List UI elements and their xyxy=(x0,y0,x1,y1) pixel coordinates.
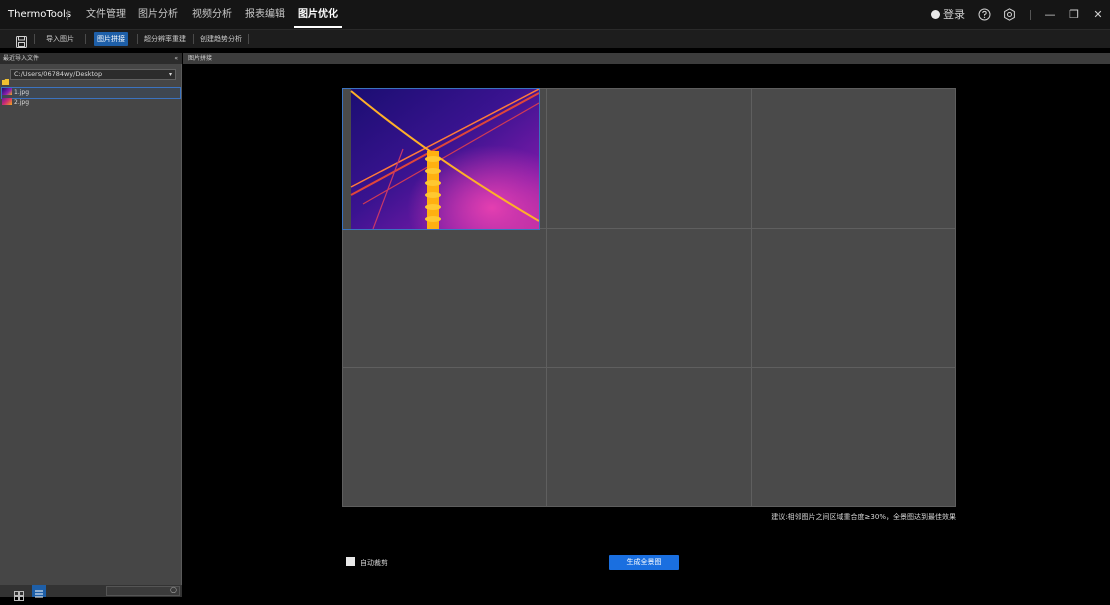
stitch-panel-header: 图片拼接 xyxy=(183,53,1110,64)
generate-panorama-button[interactable]: 生成全景图 xyxy=(609,555,679,570)
app-title: ThermoTools xyxy=(8,9,72,20)
stitch-cell[interactable] xyxy=(752,368,955,506)
help-button[interactable] xyxy=(975,0,993,29)
file-list-item[interactable]: 2.jpg xyxy=(2,98,180,108)
stitch-cell[interactable] xyxy=(547,229,752,368)
image-stitch-tab[interactable]: 图片拼接 xyxy=(94,32,128,46)
stitch-cell[interactable] xyxy=(752,229,955,368)
panel-footer: ○ xyxy=(0,585,182,601)
window-controls-divider xyxy=(1030,10,1031,20)
import-image-button[interactable]: 导入图片 xyxy=(43,32,77,46)
search-icon: ○ xyxy=(170,585,177,594)
stitch-cell[interactable] xyxy=(343,229,547,368)
grid-view-icon[interactable] xyxy=(14,586,24,605)
stitch-cell[interactable] xyxy=(343,368,547,506)
stitch-cell[interactable] xyxy=(547,368,752,506)
toolbar-divider xyxy=(85,34,86,44)
collapse-panel-button[interactable]: « xyxy=(174,53,178,64)
checkbox-box xyxy=(346,557,355,566)
stitch-cell[interactable] xyxy=(342,88,547,230)
close-button[interactable]: ✕ xyxy=(1090,0,1106,29)
menu-divider xyxy=(67,10,68,20)
auto-crop-checkbox[interactable]: 自动裁剪 xyxy=(346,557,388,568)
recent-files-title: 最近导入文件 xyxy=(3,55,40,62)
recent-files-panel: 最近导入文件 « C:/Users/06784wy/Desktop ▾ 1.jp… xyxy=(0,53,182,601)
save-icon xyxy=(16,36,27,48)
menu-image-analysis[interactable]: 图片分析 xyxy=(138,0,178,29)
auto-crop-label: 自动裁剪 xyxy=(360,559,388,567)
login-label: 登录 xyxy=(943,8,965,21)
file-list-item[interactable]: 1.jpg xyxy=(1,87,181,99)
toolbar-divider xyxy=(34,34,35,44)
menu-video-analysis[interactable]: 视频分析 xyxy=(192,0,232,29)
toolbar-divider xyxy=(137,34,138,44)
recent-files-header: 最近导入文件 « xyxy=(0,53,182,64)
folder-path-select[interactable]: C:/Users/06784wy/Desktop ▾ xyxy=(10,69,176,80)
list-view-icon[interactable] xyxy=(32,585,46,598)
stitch-grid xyxy=(342,88,956,507)
folder-path-value: C:/Users/06784wy/Desktop xyxy=(14,70,103,78)
help-icon xyxy=(978,8,990,21)
stitched-image[interactable] xyxy=(342,88,540,230)
save-button[interactable] xyxy=(16,33,27,52)
super-resolution-button[interactable]: 超分辨率重建 xyxy=(141,32,189,46)
file-search-input[interactable]: ○ xyxy=(106,585,180,596)
toolbar-divider xyxy=(248,34,249,44)
chevron-down-icon: ▾ xyxy=(168,71,172,78)
toolbar-divider xyxy=(193,34,194,44)
settings-button[interactable] xyxy=(1000,0,1018,29)
image-thumbnail xyxy=(2,88,12,95)
create-trend-analysis-button[interactable]: 创建趋势分析 xyxy=(197,32,245,46)
image-thumbnail xyxy=(2,98,12,105)
menu-file-management[interactable]: 文件管理 xyxy=(86,0,126,29)
toolbar: 导入图片 图片拼接 超分辨率重建 创建趋势分析 xyxy=(0,30,1110,48)
folder-icon xyxy=(2,70,9,89)
login-button[interactable]: 登录 xyxy=(930,0,966,29)
file-name: 2.jpg xyxy=(14,99,30,106)
overlap-hint: 建议:相邻图片之间区域重合度≥30%，全景图达到最佳效果 xyxy=(771,513,956,521)
stitch-cell[interactable] xyxy=(547,89,752,229)
stitch-panel-title: 图片拼接 xyxy=(188,55,213,62)
minimize-button[interactable]: — xyxy=(1042,0,1058,29)
thermal-image xyxy=(350,88,540,230)
menu-bar: ThermoTools 文件管理 图片分析 视频分析 报表编辑 图片优化 登录 … xyxy=(0,0,1110,30)
gear-icon xyxy=(1003,8,1015,21)
file-name: 1.jpg xyxy=(14,89,30,96)
restore-button[interactable]: ❐ xyxy=(1066,0,1082,29)
user-icon xyxy=(931,10,940,19)
menu-image-optimize[interactable]: 图片优化 xyxy=(294,0,342,29)
menu-report-edit[interactable]: 报表编辑 xyxy=(245,0,285,29)
stitch-cell[interactable] xyxy=(752,89,955,229)
